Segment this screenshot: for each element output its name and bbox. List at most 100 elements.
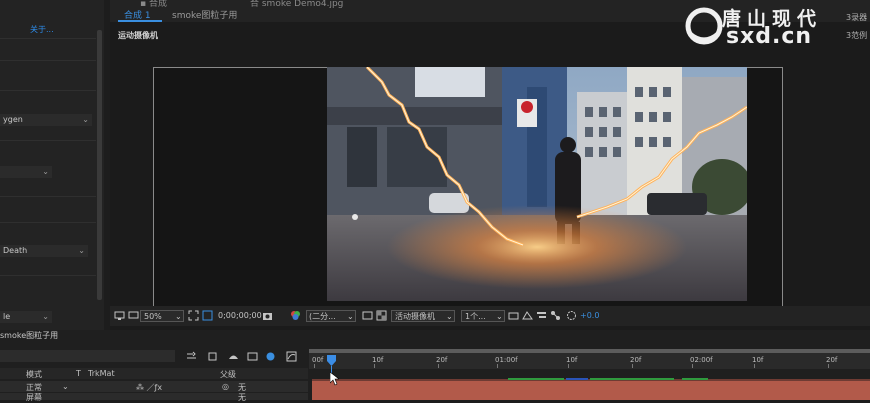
chevron-down-icon: ⌄: [78, 246, 85, 255]
motion-blur-icon[interactable]: [265, 351, 276, 362]
divider: [0, 60, 96, 61]
ruler-tick-label: 02:00f: [690, 356, 713, 364]
pick-whip-icon[interactable]: ◎: [222, 382, 229, 391]
ruler-tick: [374, 364, 375, 368]
camera-view-dropdown[interactable]: 活动摄像机 ⌄: [391, 310, 455, 322]
watermark-text-en: sxd.cn: [726, 24, 813, 49]
ruler-tick: [828, 364, 829, 368]
mode-column-header[interactable]: 模式: [26, 369, 42, 380]
ruler-tick-label: 00f: [312, 356, 324, 364]
side-panel-label[interactable]: 3录器: [846, 12, 867, 23]
layer-duration-bar[interactable]: [312, 381, 870, 400]
trkmat-column-header[interactable]: TrkMat: [88, 369, 115, 378]
shy-layers-icon[interactable]: [228, 351, 239, 362]
side-panel-label[interactable]: 3范例: [846, 30, 867, 41]
divider: [0, 90, 96, 91]
chevron-down-icon: ⌄: [175, 312, 182, 321]
divider: [0, 275, 96, 276]
layer-row[interactable]: [0, 393, 308, 400]
mouse-cursor-icon: [330, 372, 339, 386]
reset-exposure-icon[interactable]: [566, 310, 577, 321]
always-preview-icon[interactable]: [114, 310, 125, 321]
ruler-tick: [754, 364, 755, 368]
monitor-icon[interactable]: [128, 310, 139, 321]
chevron-down-icon: ⌄: [446, 312, 453, 321]
divider: [0, 140, 96, 141]
property-dropdown[interactable]: ⌄: [0, 166, 52, 178]
switch-icons[interactable]: ⁂ ／ƒx: [136, 382, 162, 393]
frame-blending-icon[interactable]: [247, 351, 258, 362]
resolution-dropdown[interactable]: (二分... ⌄: [306, 310, 356, 322]
composition-viewer[interactable]: [327, 67, 747, 301]
transparency-grid-icon[interactable]: [376, 310, 387, 321]
divider: [0, 222, 96, 223]
view-layout-value: 1个...: [465, 312, 486, 321]
dropdown-value: Death: [3, 246, 28, 255]
region-of-interest-icon[interactable]: [362, 310, 373, 321]
layer-column-header: [0, 368, 308, 379]
property-dropdown[interactable]: le ⌄: [0, 311, 52, 323]
ruler-tick-label: 20f: [630, 356, 642, 364]
keyframe-range: [508, 378, 564, 380]
ruler-tick-label: 10f: [566, 356, 578, 364]
timeline-icon[interactable]: [536, 310, 547, 321]
zoom-dropdown[interactable]: 50% ⌄: [140, 310, 184, 322]
snapshot-camera-icon[interactable]: [262, 310, 273, 321]
draft-3d-icon[interactable]: [207, 351, 218, 362]
ruler-tick-label: 20f: [436, 356, 448, 364]
layer-search-input[interactable]: [0, 350, 175, 362]
view-layout-dropdown[interactable]: 1个... ⌄: [461, 310, 505, 322]
comp-mini-flowchart-icon[interactable]: [186, 351, 197, 362]
chevron-down-icon: ⌄: [42, 167, 49, 176]
color-channel-icon[interactable]: [290, 310, 301, 321]
ruler-tick-label: 10f: [372, 356, 384, 364]
active-tab-indicator: [118, 20, 162, 22]
keyframe-range: [682, 378, 708, 380]
timeline-comp-tab[interactable]: smoke图粒子用: [0, 330, 58, 341]
watermark-logo-icon: [685, 7, 723, 45]
graph-editor-icon[interactable]: [286, 351, 297, 362]
current-timecode[interactable]: 0;00;00;00: [218, 309, 262, 322]
tab-smoke[interactable]: smoke图粒子用: [172, 8, 237, 21]
ruler-tick-label: 20f: [826, 356, 838, 364]
t-column-header[interactable]: T: [76, 369, 81, 378]
ruler-tick: [568, 364, 569, 368]
property-dropdown[interactable]: ygen ⌄: [0, 114, 92, 126]
parent-dropdown[interactable]: 无: [238, 392, 246, 403]
exposure-value[interactable]: +0.0: [580, 309, 599, 322]
divider: [0, 38, 96, 39]
flowchart-icon[interactable]: [550, 310, 561, 321]
safe-margins-icon[interactable]: [202, 310, 213, 321]
footage-tab-partial[interactable]: 合 smoke Demo4.jpg: [250, 0, 343, 9]
dropdown-value: le: [3, 312, 11, 321]
chevron-down-icon: ⌄: [347, 312, 354, 321]
fit-frame-icon[interactable]: [188, 310, 199, 321]
work-area-bar[interactable]: [309, 349, 870, 353]
blend-mode-dropdown[interactable]: 屏幕: [26, 392, 42, 403]
ruler-tick: [314, 364, 315, 368]
chevron-down-icon: ⌄: [496, 312, 503, 321]
ruler-tick-label: 10f: [752, 356, 764, 364]
chevron-down-icon: ⌄: [82, 115, 89, 124]
chevron-down-icon: ⌄: [42, 312, 49, 321]
scrollbar[interactable]: [97, 30, 102, 300]
fast-previews-icon[interactable]: [522, 310, 533, 321]
dropdown-value: ygen: [3, 115, 23, 124]
active-camera-label: 运动摄像机: [118, 31, 158, 40]
ruler-tick: [692, 364, 693, 368]
keyframe-range: [590, 378, 674, 380]
resolution-value: (二分...: [309, 312, 336, 321]
chevron-down-icon: ⌄: [62, 382, 69, 391]
zoom-value: 50%: [144, 312, 162, 321]
effect-controls-panel: ygen ⌄ ⌄ Death ⌄ le ⌄: [0, 0, 104, 330]
ruler-tick-label: 01:00f: [495, 356, 518, 364]
rendered-frame-image: [327, 67, 747, 301]
toggle-pixel-aspect-icon[interactable]: [508, 310, 519, 321]
ruler-tick: [497, 364, 498, 368]
keyframe-range: [566, 378, 588, 380]
about-link[interactable]: 关于...: [30, 24, 54, 35]
ruler-tick: [632, 364, 633, 368]
property-dropdown[interactable]: Death ⌄: [0, 245, 88, 257]
current-time-indicator[interactable]: [327, 355, 336, 366]
parent-column-header[interactable]: 父级: [220, 369, 236, 380]
